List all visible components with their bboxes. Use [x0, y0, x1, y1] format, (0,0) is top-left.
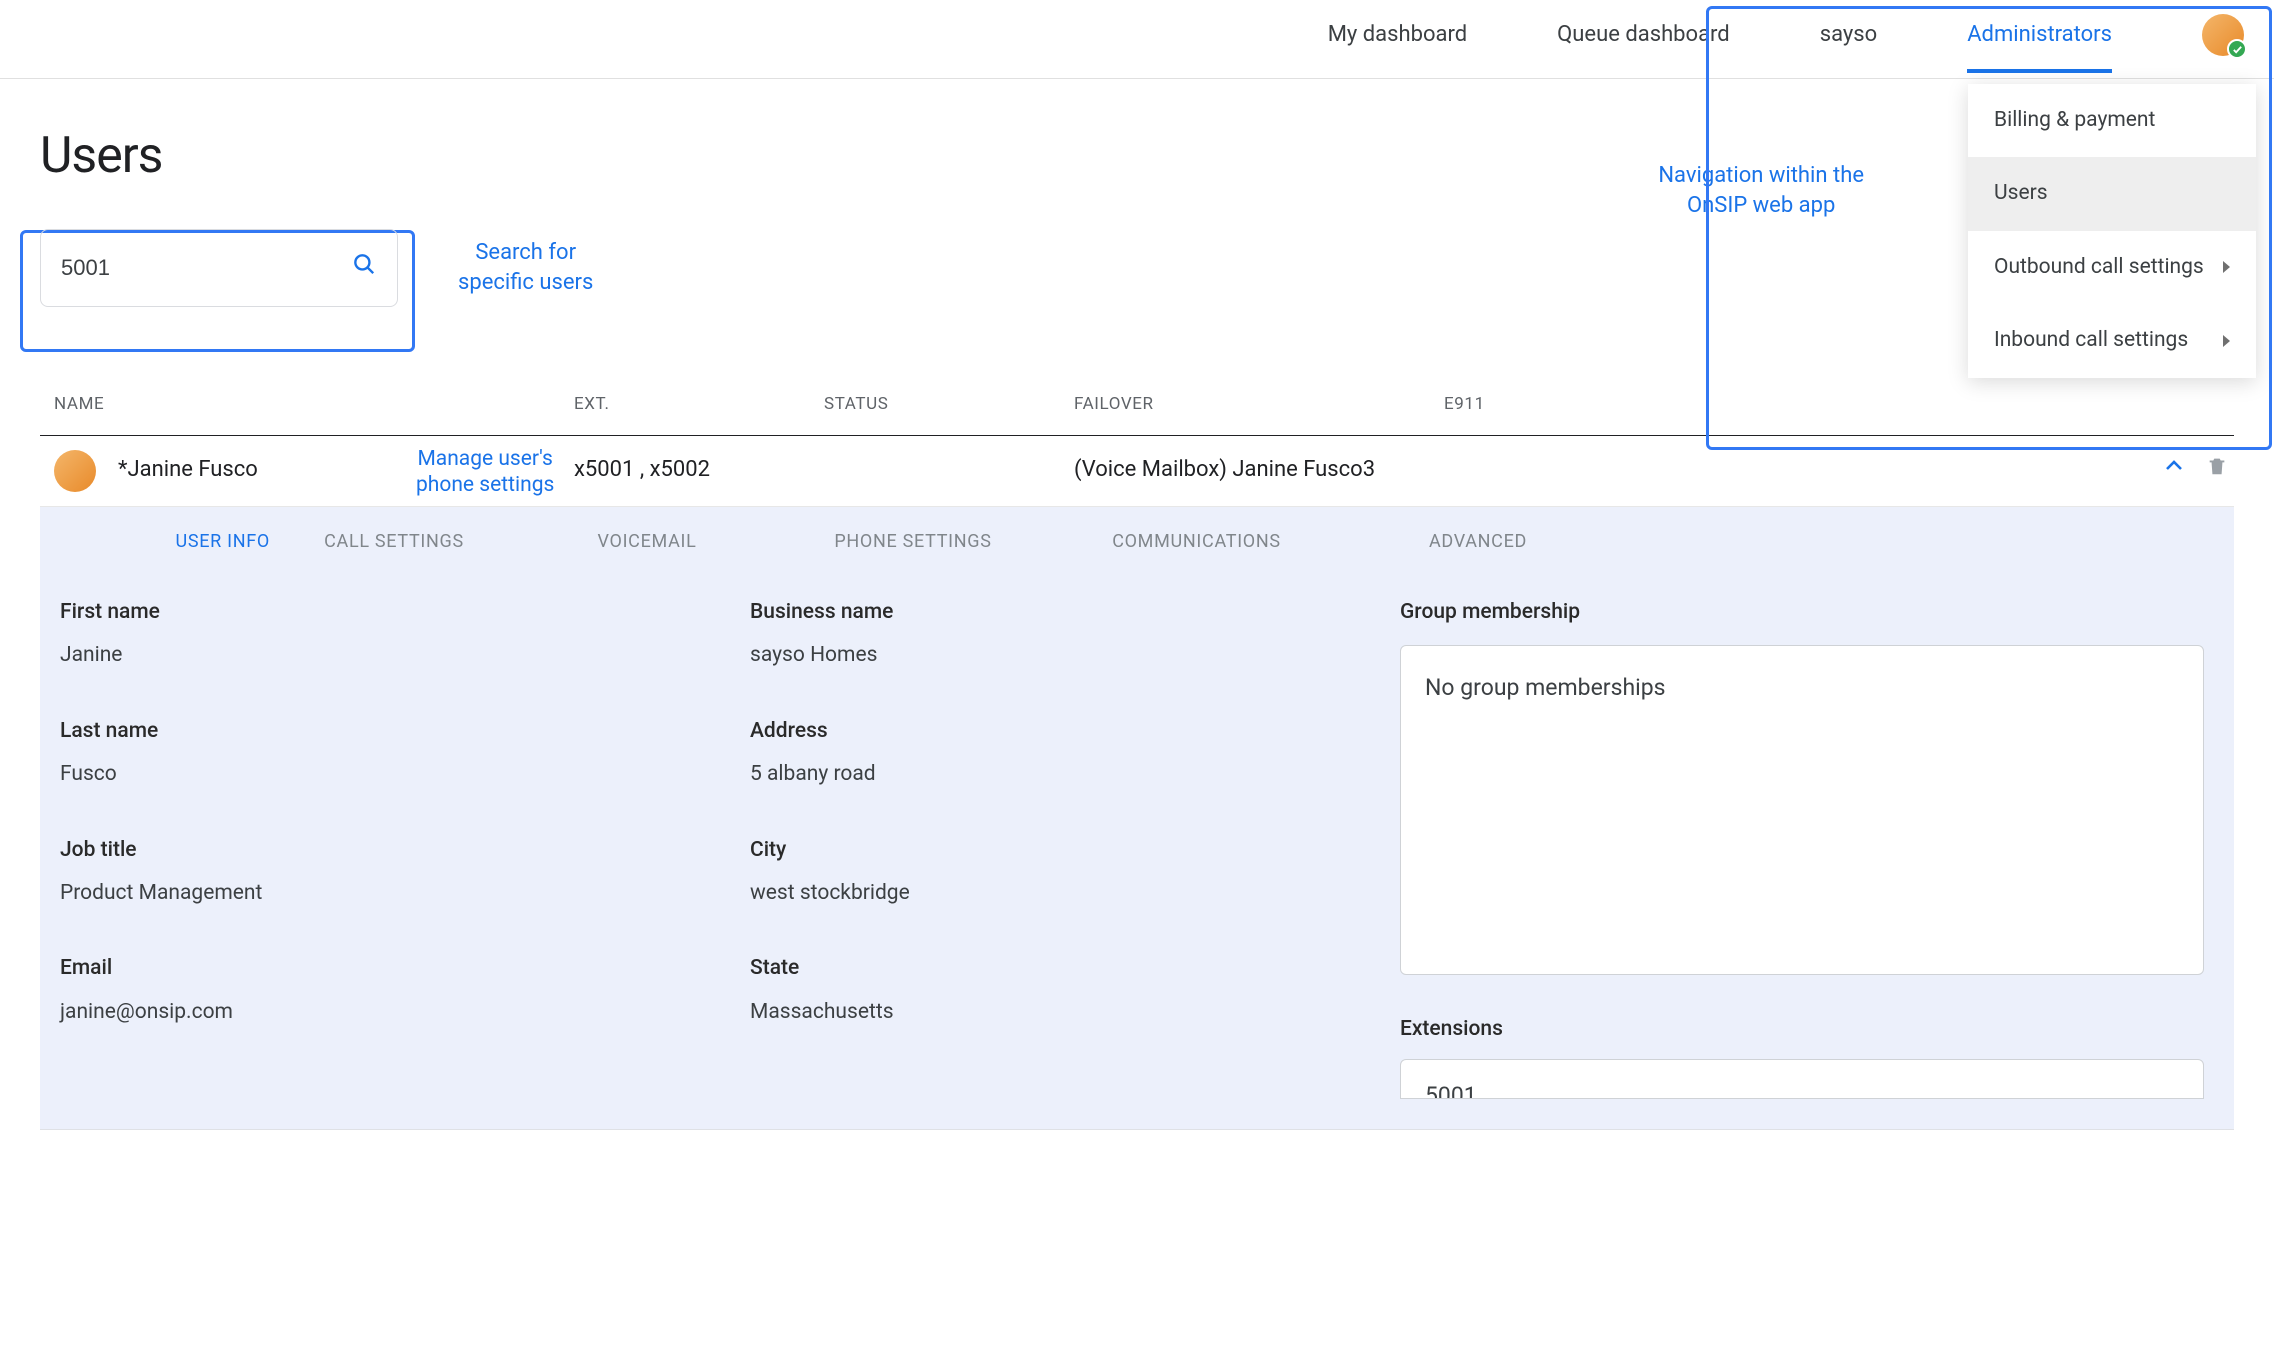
tab-call-settings[interactable]: CALL SETTINGS [270, 529, 518, 554]
administrators-dropdown: Billing & payment Users Outbound call se… [1968, 84, 2256, 378]
tab-advanced[interactable]: ADVANCED [1343, 529, 1613, 554]
tab-voicemail[interactable]: VOICEMAIL [518, 529, 776, 554]
user-ext: x5001 , x5002 [574, 455, 824, 486]
table-row[interactable]: *Janine Fusco Manage user'sphone setting… [40, 436, 2234, 507]
top-nav: My dashboard Queue dashboard sayso Admin… [0, 0, 2274, 79]
search-icon[interactable] [351, 251, 377, 286]
user-avatar-icon [54, 450, 96, 492]
detail-col-3: Group membership No group memberships Ex… [1400, 598, 2204, 1099]
page-title: Users [40, 121, 2234, 191]
user-failover: (Voice Mailbox) Janine Fusco3 [1074, 455, 1444, 486]
group-membership-box: No group memberships [1400, 645, 2204, 975]
nav-my-dashboard[interactable]: My dashboard [1328, 20, 1467, 51]
business-name-value: sayso Homes [750, 641, 1390, 670]
extensions-label: Extensions [1400, 1015, 2204, 1044]
chevron-right-icon [2223, 261, 2230, 273]
tab-communications[interactable]: COMMUNICATIONS [1050, 529, 1343, 554]
state-value: Massachusetts [750, 998, 1390, 1027]
dropdown-item-label: Users [1994, 179, 2048, 208]
user-detail-panel: USER INFO CALL SETTINGS VOICEMAIL PHONE … [40, 507, 2234, 1130]
dropdown-item-label: Billing & payment [1994, 106, 2155, 135]
callout-search: Search forspecific users [458, 238, 593, 297]
avatar-verified-icon [2227, 39, 2247, 59]
first-name-value: Janine [60, 641, 740, 670]
dropdown-billing[interactable]: Billing & payment [1968, 84, 2256, 157]
dropdown-item-label: Outbound call settings [1994, 253, 2204, 282]
nav-sayso[interactable]: sayso [1820, 20, 1877, 51]
tab-user-info[interactable]: USER INFO [40, 529, 270, 554]
nav-queue-dashboard[interactable]: Queue dashboard [1557, 20, 1730, 51]
last-name-label: Last name [60, 717, 740, 746]
user-name: *Janine Fusco [118, 455, 258, 486]
collapse-toggle[interactable] [2162, 454, 2186, 487]
job-title-value: Product Management [60, 879, 740, 908]
business-name-label: Business name [750, 598, 1390, 627]
table-header: NAME EXT. STATUS FAILOVER E911 [40, 393, 2234, 436]
col-name[interactable]: NAME [54, 393, 574, 417]
users-table: NAME EXT. STATUS FAILOVER E911 *Janine F… [40, 393, 2234, 1130]
nav-administrators[interactable]: Administrators [1967, 22, 2112, 47]
dropdown-inbound[interactable]: Inbound call settings [1968, 304, 2256, 377]
last-name-value: Fusco [60, 760, 740, 789]
chevron-right-icon [2223, 335, 2230, 347]
extensions-box[interactable]: 5001 [1400, 1059, 2204, 1099]
col-status[interactable]: STATUS [824, 393, 1074, 417]
city-value: west stockbridge [750, 879, 1390, 908]
group-membership-empty: No group memberships [1425, 674, 1666, 701]
col-e911[interactable]: E911 [1444, 393, 1664, 417]
nav-active-indicator [1967, 69, 2112, 73]
tab-phone-settings[interactable]: PHONE SETTINGS [776, 529, 1050, 554]
detail-col-1: First name Janine Last name Fusco Job ti… [60, 598, 740, 1099]
job-title-label: Job title [60, 836, 740, 865]
city-label: City [750, 836, 1390, 865]
profile-avatar[interactable] [2202, 14, 2244, 56]
extensions-value: 5001 [1425, 1082, 1477, 1099]
dropdown-users[interactable]: Users [1968, 157, 2256, 230]
email-label: Email [60, 954, 740, 983]
state-label: State [750, 954, 1390, 983]
group-membership-label: Group membership [1400, 598, 2204, 627]
col-failover[interactable]: FAILOVER [1074, 393, 1444, 417]
delete-user-button[interactable] [2206, 454, 2228, 487]
dropdown-outbound[interactable]: Outbound call settings [1968, 231, 2256, 304]
callout-nav: Navigation within theOnSIP web app [1658, 161, 1864, 220]
first-name-label: First name [60, 598, 740, 627]
address-value: 5 albany road [750, 760, 1390, 789]
page: Users Navigation within theOnSIP web app… [0, 121, 2274, 1130]
col-ext[interactable]: EXT. [574, 393, 824, 417]
callout-row: Manage user'sphone settings [416, 446, 554, 499]
detail-col-2: Business name sayso Homes Address 5 alba… [750, 598, 1390, 1099]
search-input[interactable] [61, 255, 351, 281]
dropdown-item-label: Inbound call settings [1994, 326, 2188, 355]
detail-tabs: USER INFO CALL SETTINGS VOICEMAIL PHONE … [40, 507, 2234, 576]
search-box [40, 229, 398, 307]
address-label: Address [750, 717, 1390, 746]
email-value: janine@onsip.com [60, 998, 740, 1027]
